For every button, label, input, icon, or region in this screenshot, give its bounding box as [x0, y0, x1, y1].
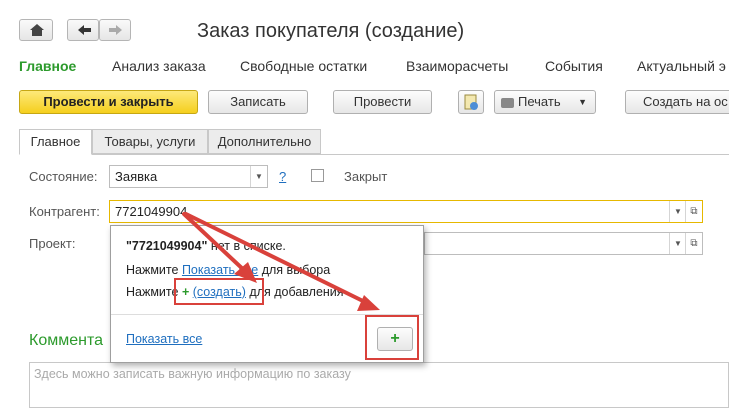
annotation-arrow-to-create-link	[182, 212, 248, 274]
arrowhead-icon	[357, 295, 380, 311]
annotation-arrow-to-plus-button	[184, 212, 369, 305]
annotation-arrows	[182, 212, 380, 311]
